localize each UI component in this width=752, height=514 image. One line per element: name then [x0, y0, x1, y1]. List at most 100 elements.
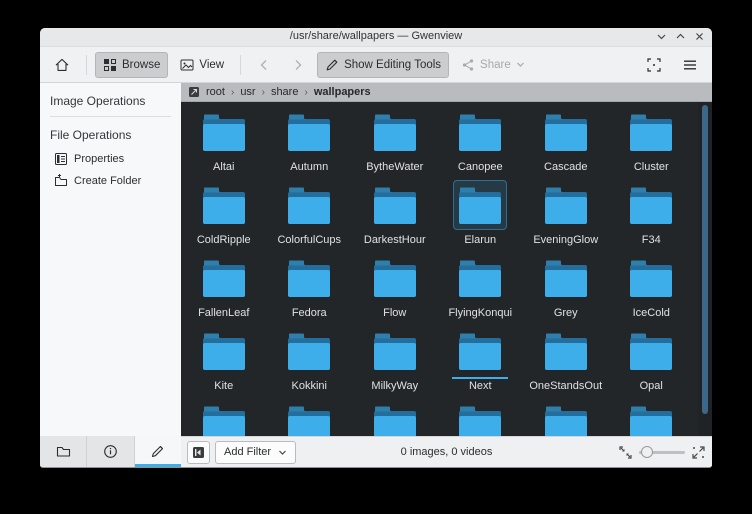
menu-button[interactable]	[674, 52, 706, 78]
folder-item[interactable]	[267, 398, 353, 436]
folder-icon-wrap[interactable]	[624, 107, 678, 157]
folder-item[interactable]: Next	[438, 325, 524, 398]
folder-icon-wrap[interactable]	[197, 180, 251, 230]
folder-item[interactable]	[181, 398, 267, 436]
folder-icon-wrap[interactable]	[453, 107, 507, 157]
folder-icon-wrap[interactable]	[282, 180, 336, 230]
folder-item[interactable]: BytheWater	[352, 106, 438, 179]
tab-folders[interactable]	[40, 436, 87, 467]
scrollbar-thumb[interactable]	[702, 105, 708, 414]
folder-icon-wrap[interactable]	[624, 399, 678, 436]
folder-item[interactable]: Altai	[181, 106, 267, 179]
folder-item[interactable]: Flow	[352, 252, 438, 325]
folder-item[interactable]: Kite	[181, 325, 267, 398]
main-area: Image Operations File Operations Propert…	[40, 83, 712, 436]
folder-item[interactable]: Elarun	[438, 179, 524, 252]
folder-icon-wrap[interactable]	[539, 399, 593, 436]
folder-icon-wrap[interactable]	[624, 180, 678, 230]
browse-grid-icon	[103, 58, 117, 72]
back-button[interactable]	[249, 52, 279, 78]
titlebar[interactable]: /usr/share/wallpapers — Gwenview	[40, 28, 712, 47]
folder-icon-wrap[interactable]	[368, 107, 422, 157]
folder-item[interactable]: ColdRipple	[181, 179, 267, 252]
folder-item[interactable]: ColorfulCups	[267, 179, 353, 252]
close-icon	[695, 32, 704, 41]
folder-item[interactable]: Kokkini	[267, 325, 353, 398]
zoom-fit-icon[interactable]	[618, 445, 633, 460]
forward-button[interactable]	[283, 52, 313, 78]
folder-item[interactable]: DarkestHour	[352, 179, 438, 252]
folder-icon	[456, 111, 504, 153]
maximize-button[interactable]	[674, 29, 687, 44]
vertical-scrollbar[interactable]	[698, 102, 712, 436]
current-item-indicator	[281, 377, 337, 379]
folder-item[interactable]: EveningGlow	[523, 179, 609, 252]
folder-item[interactable]: Fedora	[267, 252, 353, 325]
folder-icon-wrap[interactable]	[539, 253, 593, 303]
folder-icon-wrap[interactable]	[282, 399, 336, 436]
folder-item[interactable]: FlyingKonqui	[438, 252, 524, 325]
folder-item[interactable]: Grey	[523, 252, 609, 325]
folder-item[interactable]: Canopee	[438, 106, 524, 179]
info-icon	[103, 444, 118, 459]
sidebar: Image Operations File Operations Propert…	[40, 83, 181, 436]
show-editing-tools-button[interactable]: Show Editing Tools	[317, 52, 449, 78]
current-item-indicator	[281, 158, 337, 160]
folder-item[interactable]: MilkyWay	[352, 325, 438, 398]
folder-icon-wrap[interactable]	[197, 399, 251, 436]
collapse-sidebar-button[interactable]	[187, 441, 210, 464]
folder-item[interactable]: OneStandsOut	[523, 325, 609, 398]
fullscreen-button[interactable]	[638, 52, 670, 78]
folder-item[interactable]: F34	[609, 179, 695, 252]
folder-icon-wrap[interactable]	[282, 107, 336, 157]
folder-icon-wrap[interactable]	[197, 107, 251, 157]
folder-item[interactable]: Cascade	[523, 106, 609, 179]
folder-item[interactable]	[609, 398, 695, 436]
create-folder-icon	[54, 174, 68, 188]
breadcrumb-segment[interactable]: root	[206, 86, 225, 98]
folder-item[interactable]	[352, 398, 438, 436]
view-button[interactable]: View	[172, 52, 232, 78]
current-item-indicator	[623, 231, 679, 233]
add-filter-button[interactable]: Add Filter	[215, 441, 296, 464]
zoom-actual-size-icon[interactable]	[691, 445, 706, 460]
folder-item[interactable]: IceCold	[609, 252, 695, 325]
folder-icon-wrap[interactable]	[368, 326, 422, 376]
folder-item[interactable]: Cluster	[609, 106, 695, 179]
folder-item[interactable]: FallenLeaf	[181, 252, 267, 325]
folder-icon-wrap[interactable]	[453, 253, 507, 303]
breadcrumb-segment[interactable]: wallpapers	[314, 86, 371, 98]
folder-icon-wrap[interactable]	[368, 399, 422, 436]
sidebar-item-properties[interactable]: Properties	[40, 148, 181, 170]
browse-button[interactable]: Browse	[95, 52, 168, 78]
folder-icon-wrap[interactable]	[453, 326, 507, 376]
zoom-slider[interactable]	[639, 442, 685, 463]
tab-information[interactable]	[87, 436, 134, 467]
home-button[interactable]	[46, 52, 78, 78]
folder-icon-wrap[interactable]	[624, 253, 678, 303]
folder-icon-wrap[interactable]	[539, 180, 593, 230]
close-button[interactable]	[693, 29, 706, 44]
folder-icon-wrap[interactable]	[197, 253, 251, 303]
folder-item[interactable]	[438, 398, 524, 436]
folder-item[interactable]	[523, 398, 609, 436]
folder-icon-wrap[interactable]	[282, 253, 336, 303]
folder-icon-wrap[interactable]	[624, 326, 678, 376]
tab-operations[interactable]	[135, 436, 181, 467]
folder-icon-wrap[interactable]	[539, 326, 593, 376]
zoom-slider-handle[interactable]	[641, 446, 653, 458]
breadcrumb-segment[interactable]: usr	[240, 86, 255, 98]
share-button[interactable]: Share	[453, 52, 533, 78]
folder-icon-wrap[interactable]	[453, 180, 507, 230]
folder-icon-wrap[interactable]	[197, 326, 251, 376]
folder-icon-wrap[interactable]	[453, 399, 507, 436]
folder-item[interactable]: Opal	[609, 325, 695, 398]
folder-item[interactable]: Autumn	[267, 106, 353, 179]
folder-icon-wrap[interactable]	[368, 180, 422, 230]
folder-icon-wrap[interactable]	[282, 326, 336, 376]
folder-icon-wrap[interactable]	[539, 107, 593, 157]
sidebar-item-create-folder[interactable]: Create Folder	[40, 170, 181, 192]
breadcrumb-segment[interactable]: share	[271, 86, 299, 98]
minimize-button[interactable]	[655, 29, 668, 44]
folder-icon-wrap[interactable]	[368, 253, 422, 303]
